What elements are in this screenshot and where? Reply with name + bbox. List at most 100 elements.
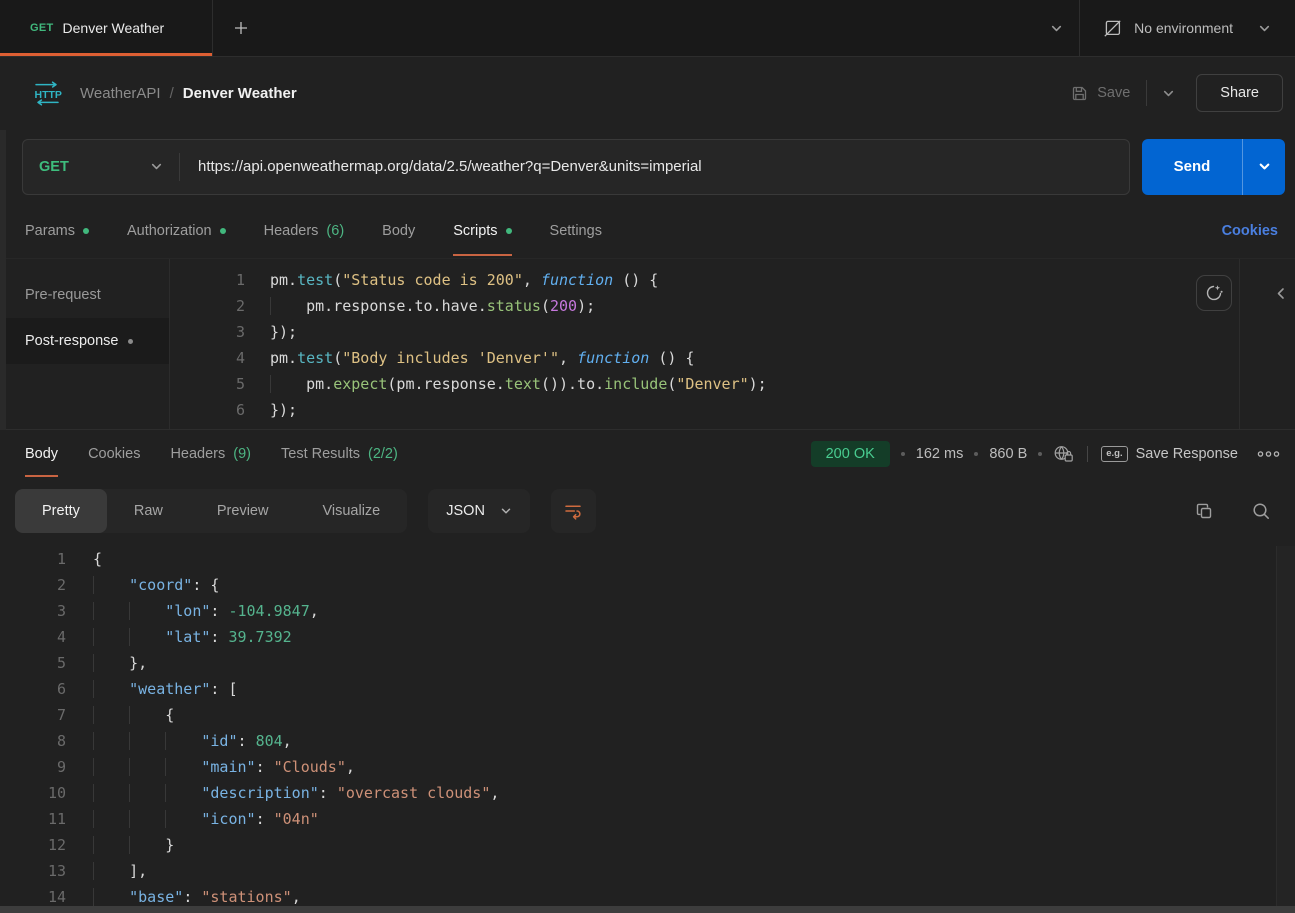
chevron-down-icon — [1258, 160, 1271, 173]
request-url-row: GET https://api.openweathermap.org/data/… — [0, 129, 1295, 204]
view-tab-pretty[interactable]: Pretty — [15, 489, 107, 533]
scripts-panel: Pre-request Post-response 1pm.test("Statu… — [0, 259, 1295, 429]
response-body: 1{2 "coord": {3 "lon": -104.9847,4 "lat"… — [0, 544, 1295, 906]
response-tab-headers[interactable]: Headers (9) — [170, 430, 251, 477]
code-text: }, — [93, 650, 147, 676]
code-line: 11 "icon": "04n" — [0, 806, 1276, 832]
line-number: 10 — [0, 780, 66, 806]
network-security-icon — [1053, 444, 1074, 463]
code-line: 1pm.test("Status code is 200", function … — [170, 267, 1239, 293]
code-text: "coord": { — [93, 572, 219, 598]
response-tabs: Body Cookies Headers (9) Test Results(2/2) — [25, 430, 398, 477]
code-text: }); — [270, 397, 297, 423]
breadcrumb-collection[interactable]: WeatherAPI — [80, 85, 161, 102]
dot-separator — [901, 452, 905, 456]
response-scrollbar[interactable] — [1276, 546, 1295, 906]
tab-options-button[interactable] — [1033, 0, 1079, 56]
postbot-icon — [1204, 283, 1224, 303]
format-label: JSON — [446, 503, 485, 519]
view-tab-raw[interactable]: Raw — [107, 489, 190, 533]
code-text: } — [93, 832, 174, 858]
tab-count: (6) — [326, 223, 344, 239]
wrap-lines-icon — [563, 501, 583, 521]
editor-right-rail — [1239, 259, 1295, 429]
format-dropdown[interactable]: JSON — [428, 489, 530, 533]
save-options-button[interactable] — [1153, 87, 1184, 100]
status-code-badge[interactable]: 200 OK — [811, 441, 890, 467]
code-text: pm.expect(pm.response.text()).to.include… — [270, 371, 767, 397]
save-button[interactable]: Save — [1061, 85, 1140, 102]
sidebar-item-pre-request[interactable]: Pre-request — [0, 272, 169, 318]
request-tab-body[interactable]: Body — [382, 204, 415, 258]
tab-title: Denver Weather — [63, 20, 165, 36]
code-line: 6}); — [170, 397, 1239, 423]
collapse-panel-button[interactable] — [1275, 286, 1287, 301]
code-line: 7 { — [0, 702, 1276, 728]
tab-label: Headers — [170, 446, 225, 462]
share-button[interactable]: Share — [1196, 74, 1283, 112]
chevron-down-icon — [150, 160, 163, 173]
response-size: 860 B — [989, 446, 1027, 462]
send-button[interactable]: Send — [1142, 139, 1242, 195]
plus-icon — [232, 19, 250, 37]
cookies-link[interactable]: Cookies — [1222, 223, 1295, 239]
request-tab-headers[interactable]: Headers (6) — [264, 204, 345, 258]
tab-label: Authorization — [127, 223, 212, 239]
code-text: "base": "stations", — [93, 884, 301, 906]
tab-status-dot — [506, 228, 512, 234]
request-tab-authorization[interactable]: Authorization — [127, 204, 226, 258]
wrap-lines-button[interactable] — [551, 489, 596, 533]
code-text: "lat": 39.7392 — [93, 624, 292, 650]
sidebar-item-post-response[interactable]: Post-response — [0, 318, 169, 364]
save-response-button[interactable]: e.g. Save Response — [1101, 446, 1238, 462]
search-button[interactable] — [1251, 501, 1271, 521]
horizontal-scrollbar[interactable] — [0, 906, 1295, 913]
code-line: 6 "weather": [ — [0, 676, 1276, 702]
view-tab-visualize[interactable]: Visualize — [295, 489, 407, 533]
tab-count: (9) — [233, 446, 251, 462]
line-number: 5 — [0, 650, 66, 676]
tab-label: Params — [25, 223, 75, 239]
tab-label: Cookies — [88, 446, 140, 462]
request-tab-settings[interactable]: Settings — [550, 204, 602, 258]
send-options-button[interactable] — [1243, 139, 1285, 195]
tab-label: Body — [25, 446, 58, 462]
line-number: 14 — [0, 884, 66, 906]
method-dropdown[interactable]: GET — [23, 159, 179, 175]
response-tab-test-results[interactable]: Test Results(2/2) — [281, 430, 398, 477]
open-request-tab[interactable]: GET Denver Weather — [0, 0, 213, 56]
line-number: 1 — [0, 546, 66, 572]
script-code[interactable]: 1pm.test("Status code is 200", function … — [170, 267, 1239, 423]
tab-label: Headers — [264, 223, 319, 239]
active-tab-underline — [25, 475, 58, 477]
code-text: pm.test("Status code is 200", function (… — [270, 267, 658, 293]
code-text: pm.test("Body includes 'Denver'", functi… — [270, 345, 694, 371]
http-request-icon: HTTP — [30, 80, 64, 107]
tab-label: Body — [382, 223, 415, 239]
postbot-button[interactable] — [1196, 275, 1232, 311]
request-tab-params[interactable]: Params — [25, 204, 89, 258]
code-line: 5 }, — [0, 650, 1276, 676]
more-options-button[interactable] — [1256, 450, 1281, 458]
environment-selector[interactable]: No environment — [1079, 0, 1295, 56]
line-number: 2 — [170, 293, 245, 319]
view-tab-preview[interactable]: Preview — [190, 489, 296, 533]
tab-status-dot — [220, 228, 226, 234]
url-input[interactable]: https://api.openweathermap.org/data/2.5/… — [180, 158, 702, 175]
code-line: 1{ — [0, 546, 1276, 572]
code-line: 3}); — [170, 319, 1239, 345]
active-tab-underline — [453, 254, 511, 256]
response-tab-cookies[interactable]: Cookies — [88, 430, 140, 477]
view-mode-tabs: PrettyRawPreviewVisualize — [15, 489, 407, 533]
request-tab-scripts[interactable]: Scripts — [453, 204, 511, 258]
copy-button[interactable] — [1194, 501, 1214, 521]
response-code[interactable]: 1{2 "coord": {3 "lon": -104.9847,4 "lat"… — [0, 546, 1276, 906]
script-editor[interactable]: 1pm.test("Status code is 200", function … — [170, 259, 1239, 429]
dot-separator — [974, 452, 978, 456]
sidebar-item-label: Pre-request — [25, 287, 101, 303]
code-text: "icon": "04n" — [93, 806, 319, 832]
line-number: 4 — [0, 624, 66, 650]
response-tab-body[interactable]: Body — [25, 430, 58, 477]
code-line: 9 "main": "Clouds", — [0, 754, 1276, 780]
new-tab-button[interactable] — [213, 0, 269, 56]
